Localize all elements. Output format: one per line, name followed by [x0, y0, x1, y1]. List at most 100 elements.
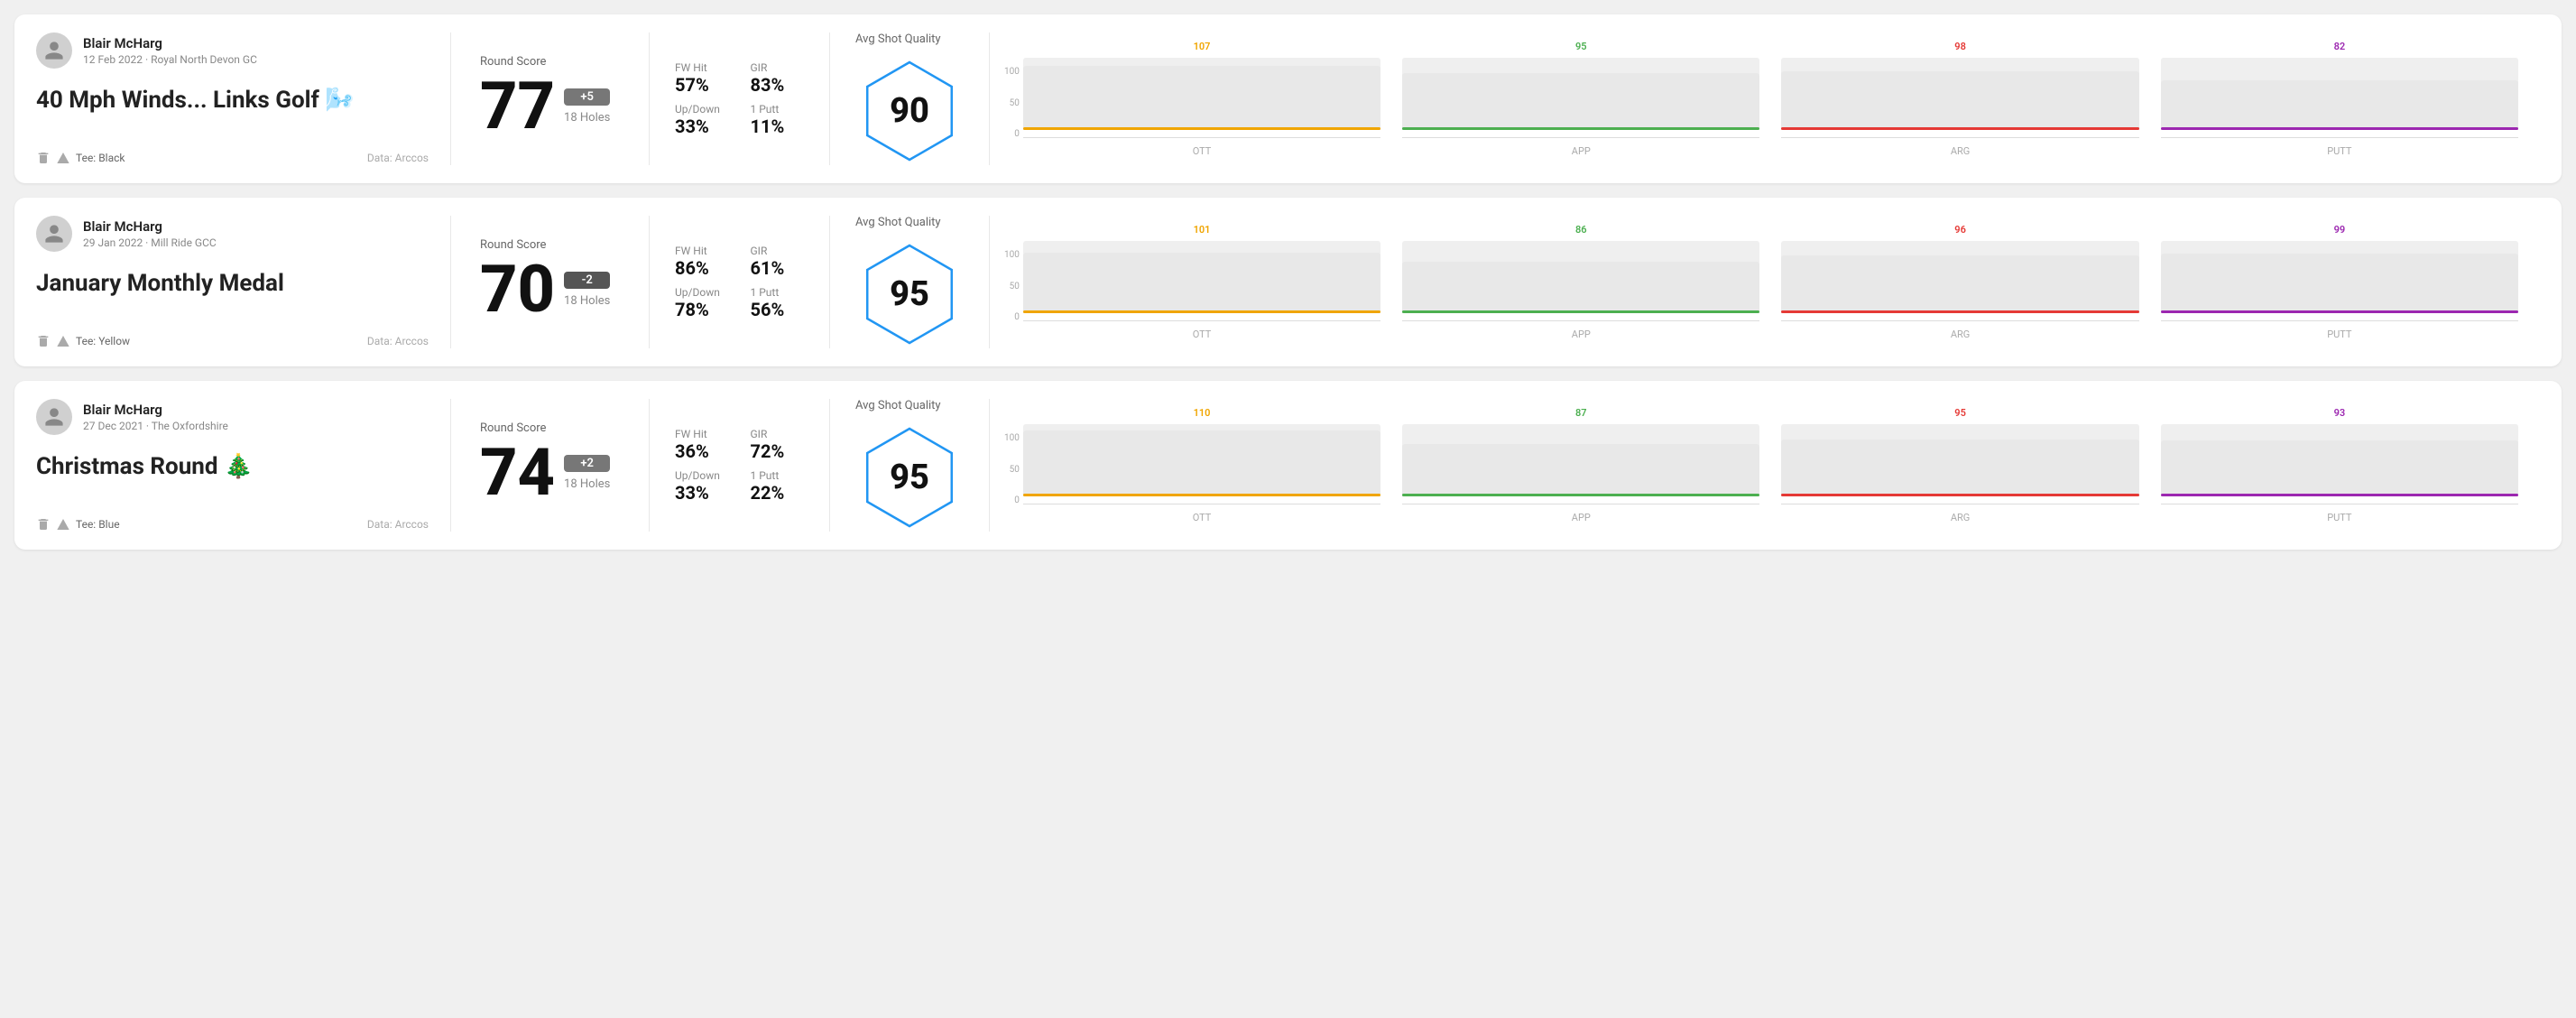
chart-column: 96 ARG [1781, 224, 2138, 340]
tee-info: Tee: Black [36, 151, 125, 165]
updown-stat: Up/Down 33% [675, 469, 729, 504]
chart-column: 101 OTT [1023, 224, 1380, 340]
chart-column: 93 PUTT [2161, 407, 2518, 523]
score-section: Round Score 74 +2 18 Holes [451, 399, 650, 532]
bar-line [1781, 494, 2138, 496]
score-section: Round Score 70 -2 18 Holes [451, 216, 650, 348]
bar-line [1023, 127, 1380, 130]
bar-line [1781, 310, 2138, 313]
score-row: 74 +2 18 Holes [480, 440, 620, 505]
oneputt-stat: 1 Putt 22% [751, 469, 805, 504]
bar-value: 95 [1575, 41, 1587, 52]
bar-wrapper [1781, 58, 2138, 130]
score-detail: +5 18 Holes [564, 88, 610, 125]
fw-hit-stat: FW Hit 86% [675, 245, 729, 279]
fw-hit-label: FW Hit [675, 61, 729, 74]
shot-quality-chart: 100 50 0 101 OTT [1004, 224, 2518, 340]
updown-value: 78% [675, 299, 729, 320]
quality-label: Avg Shot Quality [855, 32, 941, 46]
bar-fill [1402, 444, 1759, 496]
chart-column: 98 ARG [1781, 41, 2138, 157]
bar-value: 96 [1954, 224, 1966, 236]
user-name: Blair McHarg [83, 218, 217, 235]
tee-color: Tee: Black [76, 152, 125, 164]
bar-value: 87 [1575, 407, 1587, 419]
stats-section: FW Hit 36% GIR 72% Up/Down 33% 1 Putt 22… [650, 399, 830, 532]
bar-line [1402, 127, 1759, 130]
bar-line [1402, 310, 1759, 313]
bar-line [1023, 310, 1380, 313]
stats-grid: FW Hit 57% GIR 83% Up/Down 33% 1 Putt 11… [675, 61, 804, 137]
holes-label: 18 Holes [564, 111, 610, 125]
card-footer: Tee: Blue Data: Arccos [36, 517, 429, 532]
chart-column: 86 APP [1402, 224, 1759, 340]
chart-axis [2161, 320, 2518, 321]
chart-section: 100 50 0 101 OTT [990, 216, 2540, 348]
round-card-3: Blair McHarg 27 Dec 2021 · The Oxfordshi… [14, 381, 2562, 550]
user-details: Blair McHarg 27 Dec 2021 · The Oxfordshi… [83, 402, 228, 432]
gir-label: GIR [751, 61, 805, 74]
bar-label: OTT [1193, 329, 1212, 340]
bar-label: ARG [1951, 512, 1970, 523]
user-meta: 27 Dec 2021 · The Oxfordshire [83, 420, 228, 432]
chart-axis [1023, 137, 1380, 138]
card-footer: Tee: Yellow Data: Arccos [36, 334, 429, 348]
user-meta: 12 Feb 2022 · Royal North Devon GC [83, 53, 257, 66]
bar-value: 86 [1575, 224, 1587, 236]
bar-value: 99 [2334, 224, 2346, 236]
bar-line [1023, 494, 1380, 496]
bar-value: 98 [1954, 41, 1966, 52]
chart-column: 87 APP [1402, 407, 1759, 523]
avatar [36, 399, 72, 435]
round-score-label: Round Score [480, 421, 620, 435]
bar-value: 101 [1194, 224, 1211, 236]
data-source: Data: Arccos [367, 335, 429, 347]
bar-label: ARG [1951, 145, 1970, 157]
chart-y-axis: 100 50 0 [1004, 250, 1020, 340]
quality-section: Avg Shot Quality 90 [830, 32, 990, 165]
bar-fill [2161, 80, 2518, 130]
stats-section: FW Hit 86% GIR 61% Up/Down 78% 1 Putt 56… [650, 216, 830, 348]
holes-label: 18 Holes [564, 294, 610, 308]
user-meta: 29 Jan 2022 · Mill Ride GCC [83, 236, 217, 249]
bar-wrapper [1402, 424, 1759, 496]
bar-fill [1402, 73, 1759, 130]
tee-color: Tee: Yellow [76, 335, 130, 347]
updown-value: 33% [675, 116, 729, 137]
stats-section: FW Hit 57% GIR 83% Up/Down 33% 1 Putt 11… [650, 32, 830, 165]
bar-label: APP [1572, 145, 1591, 157]
avatar [36, 216, 72, 252]
bar-fill [2161, 440, 2518, 496]
updown-label: Up/Down [675, 286, 729, 299]
user-info: Blair McHarg 27 Dec 2021 · The Oxfordshi… [36, 399, 429, 435]
score-row: 77 +5 18 Holes [480, 74, 620, 139]
bar-fill [1781, 255, 2138, 313]
bar-label: PUTT [2327, 145, 2351, 157]
score-value: 77 [480, 74, 555, 139]
oneputt-value: 22% [751, 482, 805, 504]
bar-label: OTT [1193, 145, 1212, 157]
avatar [36, 32, 72, 69]
bar-wrapper [1781, 241, 2138, 313]
bar-fill [1781, 71, 2138, 130]
oneputt-label: 1 Putt [751, 286, 805, 299]
oneputt-label: 1 Putt [751, 469, 805, 482]
tee-info: Tee: Blue [36, 517, 120, 532]
bar-line [2161, 494, 2518, 496]
bar-line [2161, 127, 2518, 130]
chart-axis [1023, 320, 1380, 321]
round-card-1: Blair McHarg 12 Feb 2022 · Royal North D… [14, 14, 2562, 183]
chart-axis [1402, 320, 1759, 321]
gir-label: GIR [751, 245, 805, 257]
gir-value: 72% [751, 440, 805, 462]
quality-score: 95 [890, 274, 929, 314]
bar-wrapper [2161, 241, 2518, 313]
gir-value: 61% [751, 257, 805, 279]
chart-section: 100 50 0 107 OTT [990, 32, 2540, 165]
bar-fill [2161, 254, 2518, 313]
bar-label: ARG [1951, 329, 1970, 340]
user-info: Blair McHarg 12 Feb 2022 · Royal North D… [36, 32, 429, 69]
fw-hit-value: 57% [675, 74, 729, 96]
bar-fill [1023, 430, 1380, 496]
score-modifier: -2 [564, 272, 610, 289]
